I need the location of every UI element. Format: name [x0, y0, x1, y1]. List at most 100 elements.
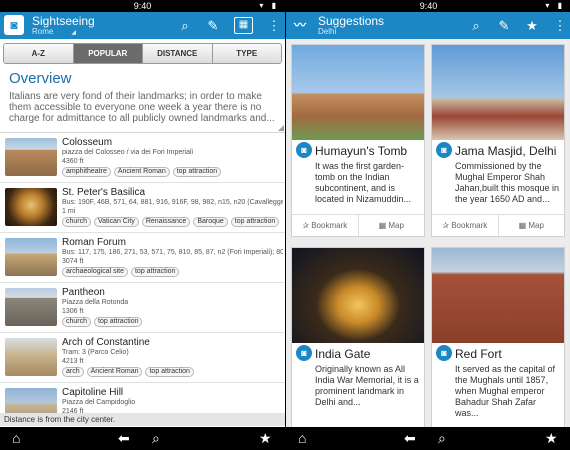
back-arrow-icon[interactable]: ⬅ — [404, 430, 416, 446]
item-distance: 1 mi — [62, 208, 76, 215]
camera-icon: ◙ — [296, 345, 312, 361]
chart-icon[interactable]: 〰 — [290, 15, 310, 35]
tag[interactable]: top attraction — [94, 317, 143, 327]
card-description: It was the first garden-tomb on the Indi… — [315, 161, 412, 204]
status-clock: 9:40 — [133, 1, 152, 11]
overview-text: Italians are very fond of their landmark… — [9, 91, 275, 124]
map-icon[interactable]: ▦ — [234, 17, 253, 34]
navigation-bar: ⌂ ⬅ ⌕ ★ — [0, 427, 285, 450]
tab-a-z[interactable]: A-Z — [4, 44, 74, 63]
search-icon[interactable]: ⌕ — [438, 430, 446, 446]
card-description: It served as the capital of the Mughals … — [455, 364, 556, 418]
tag[interactable]: arch — [62, 367, 84, 377]
item-address: piazza del Colosseo / via dei Fori Imper… — [62, 149, 194, 156]
list-item[interactable]: Arch of Constantine Tram: 3 (Parco Celio… — [0, 333, 285, 383]
tag[interactable]: Ancient Roman — [86, 367, 143, 377]
tag[interactable]: top attraction — [230, 217, 280, 227]
tag[interactable]: top attraction — [145, 367, 194, 377]
camera-icon: ◙ — [436, 345, 452, 361]
dropdown-triangle-icon: ◢ — [71, 30, 76, 36]
list-item[interactable]: Pantheon Piazza della Rotonda 1306 ft ch… — [0, 283, 285, 333]
suggestion-card[interactable]: ◙ India Gate Originally known as All Ind… — [291, 247, 425, 440]
st-peters-photo — [5, 188, 57, 226]
tag[interactable]: top attraction — [172, 167, 222, 177]
tag[interactable]: amphitheatre — [62, 167, 111, 177]
map-label: Map — [388, 221, 404, 230]
menu-icon[interactable]: ⋮ — [267, 16, 281, 35]
card-title: India Gate — [315, 347, 371, 361]
tag[interactable]: Baroque — [193, 217, 228, 227]
item-name: Pantheon — [62, 287, 105, 298]
map-icon: ▦ — [518, 221, 529, 230]
item-address: Piazza della Rotonda — [62, 299, 129, 306]
map-icon: ▦ — [378, 221, 389, 230]
item-address: Piazza del Campidoglio — [62, 399, 136, 406]
map-button[interactable]: ▦ Map — [499, 215, 565, 236]
camera-icon[interactable]: ◙ — [4, 15, 24, 35]
item-name: Capitoline Hill — [62, 387, 124, 398]
bookmark-label: Bookmark — [311, 221, 348, 230]
bookmark-icon: ✰ — [302, 221, 312, 230]
card-title: Red Fort — [455, 347, 502, 361]
overview-section[interactable]: Overview Italians are very fond of their… — [0, 68, 285, 133]
tab-popular[interactable]: POPULAR — [73, 44, 143, 63]
pantheon-photo — [5, 288, 57, 326]
suggestion-card[interactable]: ◙ Jama Masjid, Delhi Commissioned by the… — [431, 44, 565, 237]
tag[interactable]: top attraction — [130, 267, 180, 277]
home-icon[interactable]: ⌂ — [298, 430, 306, 446]
status-clock: 9:40 — [419, 1, 438, 11]
item-distance: 4360 ft — [62, 158, 84, 165]
tag[interactable]: church — [62, 317, 92, 327]
status-bar: 9:40 ▾ ▮ — [286, 0, 570, 12]
tag[interactable]: Ancient Roman — [113, 167, 170, 177]
list-item[interactable]: St. Peter's Basilica Bus: 190F, 46B, 571… — [0, 183, 285, 233]
item-name: St. Peter's Basilica — [62, 187, 146, 198]
india-gate-photo — [292, 248, 424, 343]
suggestions-panel: 9:40 ▾ ▮ 〰 Suggestions Delhi ⌕ ✎ ★ ⋮ ◙ H… — [286, 0, 570, 450]
map-button[interactable]: ▦ Map — [359, 215, 425, 236]
bookmark-button[interactable]: ✰ Bookmark — [432, 215, 499, 236]
camera-icon: ◙ — [296, 142, 312, 158]
sort-tabs: A-Z POPULAR DISTANCE TYPE — [3, 43, 282, 64]
tag[interactable]: Vatican City — [94, 217, 139, 227]
search-icon[interactable]: ⌕ — [469, 16, 483, 35]
item-address: Bus: 117, 175, 186, 271, 53, 571, 75, 81… — [62, 249, 283, 256]
city-name: Delhi — [318, 27, 337, 36]
red-fort-photo — [432, 248, 564, 343]
app-bar: ◙ Sightseeing Rome ◢ ⌕ ✎ ▦ ⋮ — [0, 12, 285, 39]
star-icon[interactable]: ★ — [525, 16, 539, 35]
home-icon[interactable]: ⌂ — [12, 430, 20, 446]
card-title: Humayun's Tomb — [315, 144, 408, 158]
suggestion-card[interactable]: ◙ Red Fort It served as the capital of t… — [431, 247, 565, 440]
tag[interactable]: church — [62, 217, 92, 227]
star-icon[interactable]: ★ — [259, 430, 272, 446]
humayuns-tomb-photo — [292, 45, 424, 140]
tab-distance[interactable]: DISTANCE — [143, 44, 213, 63]
star-icon[interactable]: ★ — [545, 430, 558, 446]
tag[interactable]: archaeological site — [62, 267, 128, 277]
app-bar: 〰 Suggestions Delhi ⌕ ✎ ★ ⋮ — [286, 12, 570, 39]
system-status-icons: ▾ ▮ — [259, 1, 279, 10]
suggestion-card[interactable]: ◙ Humayun's Tomb It was the first garden… — [291, 44, 425, 237]
list-item[interactable]: Roman Forum Bus: 117, 175, 186, 271, 53,… — [0, 233, 285, 283]
list-item[interactable]: Colosseum piazza del Colosseo / via dei … — [0, 133, 285, 183]
colosseum-photo — [5, 138, 57, 176]
bookmark-button[interactable]: ✰ Bookmark — [292, 215, 359, 236]
card-title: Jama Masjid, Delhi — [455, 144, 557, 158]
pen-icon[interactable]: ✎ — [206, 16, 220, 35]
map-label: Map — [528, 221, 544, 230]
tab-type[interactable]: TYPE — [212, 44, 281, 63]
item-name: Arch of Constantine — [62, 337, 150, 348]
system-status-icons: ▾ ▮ — [545, 1, 565, 10]
pen-icon[interactable]: ✎ — [497, 16, 511, 35]
menu-icon[interactable]: ⋮ — [553, 16, 567, 35]
city-selector[interactable]: Rome ◢ — [32, 27, 76, 38]
back-arrow-icon[interactable]: ⬅ — [118, 430, 130, 446]
tag[interactable]: Renaissance — [141, 217, 191, 227]
search-icon[interactable]: ⌕ — [152, 430, 160, 446]
search-icon[interactable]: ⌕ — [178, 16, 192, 35]
distance-footnote: Distance is from the city center. — [0, 413, 285, 426]
city-selector[interactable]: Delhi — [318, 27, 336, 37]
item-distance: 4213 ft — [62, 358, 84, 365]
bookmark-label: Bookmark — [451, 221, 488, 230]
